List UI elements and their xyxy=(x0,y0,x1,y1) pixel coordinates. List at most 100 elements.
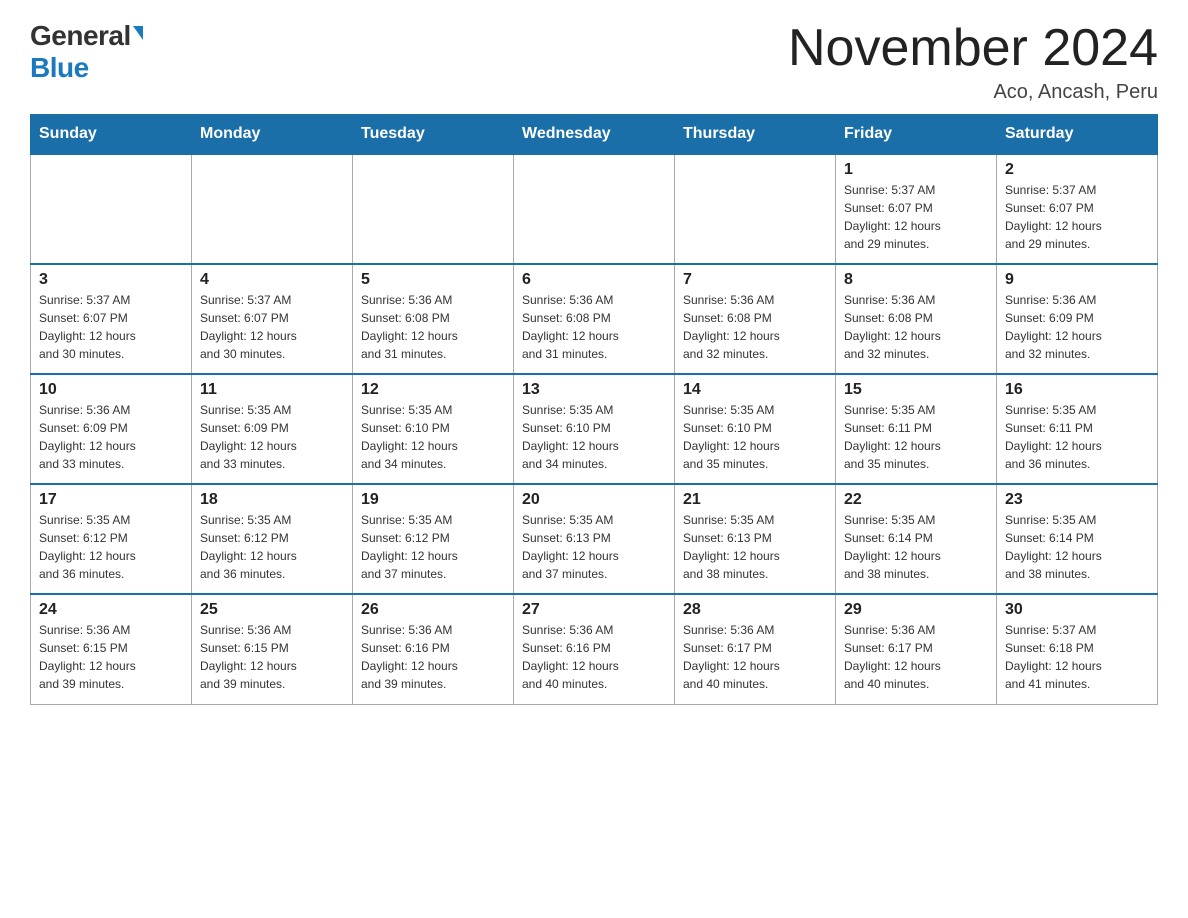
calendar-cell: 23 Sunrise: 5:35 AMSunset: 6:14 PMDayligh… xyxy=(997,484,1158,594)
calendar-week-4: 17 Sunrise: 5:35 AMSunset: 6:12 PMDayligh… xyxy=(31,484,1158,594)
day-info: Sunrise: 5:37 AMSunset: 6:18 PMDaylight:… xyxy=(1005,621,1149,693)
calendar-week-5: 24Sunrise: 5:36 AMSunset: 6:15 PMDayligh… xyxy=(31,594,1158,704)
calendar-cell: 28 Sunrise: 5:36 AMSunset: 6:17 PMDayligh… xyxy=(675,594,836,704)
header-friday: Friday xyxy=(836,115,997,155)
calendar-cell: 7 Sunrise: 5:36 AMSunset: 6:08 PMDaylight… xyxy=(675,264,836,374)
calendar-week-2: 3 Sunrise: 5:37 AMSunset: 6:07 PMDaylight… xyxy=(31,264,1158,374)
day-info: Sunrise: 5:36 AMSunset: 6:09 PMDaylight:… xyxy=(39,401,183,473)
day-number: 21 xyxy=(683,491,827,509)
calendar-cell: 29 Sunrise: 5:36 AMSunset: 6:17 PMDayligh… xyxy=(836,594,997,704)
day-number: 2 xyxy=(1005,161,1149,179)
day-number: 4 xyxy=(200,271,344,289)
calendar-cell: 26 Sunrise: 5:36 AMSunset: 6:16 PMDayligh… xyxy=(353,594,514,704)
day-info: Sunrise: 5:37 AMSunset: 6:07 PMDaylight:… xyxy=(844,181,988,253)
day-info: Sunrise: 5:35 AMSunset: 6:13 PMDaylight:… xyxy=(522,511,666,583)
day-info: Sunrise: 5:36 AMSunset: 6:15 PMDaylight:… xyxy=(200,621,344,693)
day-number: 30 xyxy=(1005,601,1149,619)
day-number: 15 xyxy=(844,381,988,399)
day-number: 28 xyxy=(683,601,827,619)
calendar-cell: 1 Sunrise: 5:37 AMSunset: 6:07 PMDaylight… xyxy=(836,154,997,264)
day-number: 9 xyxy=(1005,271,1149,289)
day-number: 27 xyxy=(522,601,666,619)
day-info: Sunrise: 5:36 AMSunset: 6:17 PMDaylight:… xyxy=(844,621,988,693)
day-number: 26 xyxy=(361,601,505,619)
calendar-cell: 22Sunrise: 5:35 AMSunset: 6:14 PMDayligh… xyxy=(836,484,997,594)
header-thursday: Thursday xyxy=(675,115,836,155)
day-number: 14 xyxy=(683,381,827,399)
day-info: Sunrise: 5:35 AMSunset: 6:09 PMDaylight:… xyxy=(200,401,344,473)
calendar-cell xyxy=(675,154,836,264)
calendar-cell: 18 Sunrise: 5:35 AMSunset: 6:12 PMDayligh… xyxy=(192,484,353,594)
day-info: Sunrise: 5:35 AMSunset: 6:12 PMDaylight:… xyxy=(200,511,344,583)
calendar-cell xyxy=(192,154,353,264)
day-number: 16 xyxy=(1005,381,1149,399)
calendar-cell xyxy=(514,154,675,264)
day-info: Sunrise: 5:36 AMSunset: 6:15 PMDaylight:… xyxy=(39,621,183,693)
header-wednesday: Wednesday xyxy=(514,115,675,155)
day-number: 5 xyxy=(361,271,505,289)
calendar-cell: 15Sunrise: 5:35 AMSunset: 6:11 PMDayligh… xyxy=(836,374,997,484)
day-info: Sunrise: 5:36 AMSunset: 6:16 PMDaylight:… xyxy=(522,621,666,693)
calendar-header-row: SundayMondayTuesdayWednesdayThursdayFrid… xyxy=(31,115,1158,155)
day-number: 6 xyxy=(522,271,666,289)
day-info: Sunrise: 5:36 AMSunset: 6:08 PMDaylight:… xyxy=(844,291,988,363)
page-header: General Blue November 2024 Aco, Ancash, … xyxy=(30,20,1158,104)
calendar-cell: 11Sunrise: 5:35 AMSunset: 6:09 PMDayligh… xyxy=(192,374,353,484)
calendar-cell: 16 Sunrise: 5:35 AMSunset: 6:11 PMDayligh… xyxy=(997,374,1158,484)
day-number: 10 xyxy=(39,381,183,399)
day-info: Sunrise: 5:36 AMSunset: 6:16 PMDaylight:… xyxy=(361,621,505,693)
day-number: 17 xyxy=(39,491,183,509)
calendar-cell: 14 Sunrise: 5:35 AMSunset: 6:10 PMDayligh… xyxy=(675,374,836,484)
day-number: 3 xyxy=(39,271,183,289)
calendar-cell xyxy=(353,154,514,264)
logo-arrow-icon xyxy=(133,26,143,40)
day-info: Sunrise: 5:35 AMSunset: 6:14 PMDaylight:… xyxy=(1005,511,1149,583)
calendar-cell: 17 Sunrise: 5:35 AMSunset: 6:12 PMDayligh… xyxy=(31,484,192,594)
day-info: Sunrise: 5:36 AMSunset: 6:08 PMDaylight:… xyxy=(683,291,827,363)
day-info: Sunrise: 5:37 AMSunset: 6:07 PMDaylight:… xyxy=(200,291,344,363)
logo-blue: Blue xyxy=(30,52,89,84)
day-number: 1 xyxy=(844,161,988,179)
day-number: 29 xyxy=(844,601,988,619)
header-tuesday: Tuesday xyxy=(353,115,514,155)
day-number: 19 xyxy=(361,491,505,509)
day-info: Sunrise: 5:36 AMSunset: 6:17 PMDaylight:… xyxy=(683,621,827,693)
calendar-cell: 25 Sunrise: 5:36 AMSunset: 6:15 PMDayligh… xyxy=(192,594,353,704)
calendar-cell: 5 Sunrise: 5:36 AMSunset: 6:08 PMDaylight… xyxy=(353,264,514,374)
calendar-cell: 10 Sunrise: 5:36 AMSunset: 6:09 PMDayligh… xyxy=(31,374,192,484)
day-info: Sunrise: 5:36 AMSunset: 6:08 PMDaylight:… xyxy=(361,291,505,363)
day-number: 25 xyxy=(200,601,344,619)
calendar-cell xyxy=(31,154,192,264)
day-number: 8 xyxy=(844,271,988,289)
calendar-cell: 19Sunrise: 5:35 AMSunset: 6:12 PMDayligh… xyxy=(353,484,514,594)
day-info: Sunrise: 5:35 AMSunset: 6:14 PMDaylight:… xyxy=(844,511,988,583)
month-title: November 2024 xyxy=(788,20,1158,77)
calendar-cell: 9 Sunrise: 5:36 AMSunset: 6:09 PMDaylight… xyxy=(997,264,1158,374)
day-info: Sunrise: 5:36 AMSunset: 6:09 PMDaylight:… xyxy=(1005,291,1149,363)
calendar-cell: 3 Sunrise: 5:37 AMSunset: 6:07 PMDaylight… xyxy=(31,264,192,374)
day-info: Sunrise: 5:35 AMSunset: 6:10 PMDaylight:… xyxy=(683,401,827,473)
day-info: Sunrise: 5:35 AMSunset: 6:13 PMDaylight:… xyxy=(683,511,827,583)
calendar-cell: 24Sunrise: 5:36 AMSunset: 6:15 PMDayligh… xyxy=(31,594,192,704)
calendar-cell: 2 Sunrise: 5:37 AMSunset: 6:07 PMDaylight… xyxy=(997,154,1158,264)
day-number: 18 xyxy=(200,491,344,509)
logo: General Blue xyxy=(30,20,143,84)
calendar-cell: 12Sunrise: 5:35 AMSunset: 6:10 PMDayligh… xyxy=(353,374,514,484)
day-number: 13 xyxy=(522,381,666,399)
header-sunday: Sunday xyxy=(31,115,192,155)
day-number: 7 xyxy=(683,271,827,289)
day-info: Sunrise: 5:35 AMSunset: 6:11 PMDaylight:… xyxy=(1005,401,1149,473)
day-info: Sunrise: 5:37 AMSunset: 6:07 PMDaylight:… xyxy=(1005,181,1149,253)
calendar-cell: 6Sunrise: 5:36 AMSunset: 6:08 PMDaylight… xyxy=(514,264,675,374)
day-info: Sunrise: 5:37 AMSunset: 6:07 PMDaylight:… xyxy=(39,291,183,363)
header-saturday: Saturday xyxy=(997,115,1158,155)
calendar-week-1: 1 Sunrise: 5:37 AMSunset: 6:07 PMDaylight… xyxy=(31,154,1158,264)
calendar-cell: 21 Sunrise: 5:35 AMSunset: 6:13 PMDayligh… xyxy=(675,484,836,594)
calendar-cell: 8 Sunrise: 5:36 AMSunset: 6:08 PMDaylight… xyxy=(836,264,997,374)
calendar-cell: 30 Sunrise: 5:37 AMSunset: 6:18 PMDayligh… xyxy=(997,594,1158,704)
day-number: 23 xyxy=(1005,491,1149,509)
calendar-cell: 20Sunrise: 5:35 AMSunset: 6:13 PMDayligh… xyxy=(514,484,675,594)
day-info: Sunrise: 5:35 AMSunset: 6:12 PMDaylight:… xyxy=(39,511,183,583)
location: Aco, Ancash, Peru xyxy=(788,81,1158,104)
day-number: 12 xyxy=(361,381,505,399)
